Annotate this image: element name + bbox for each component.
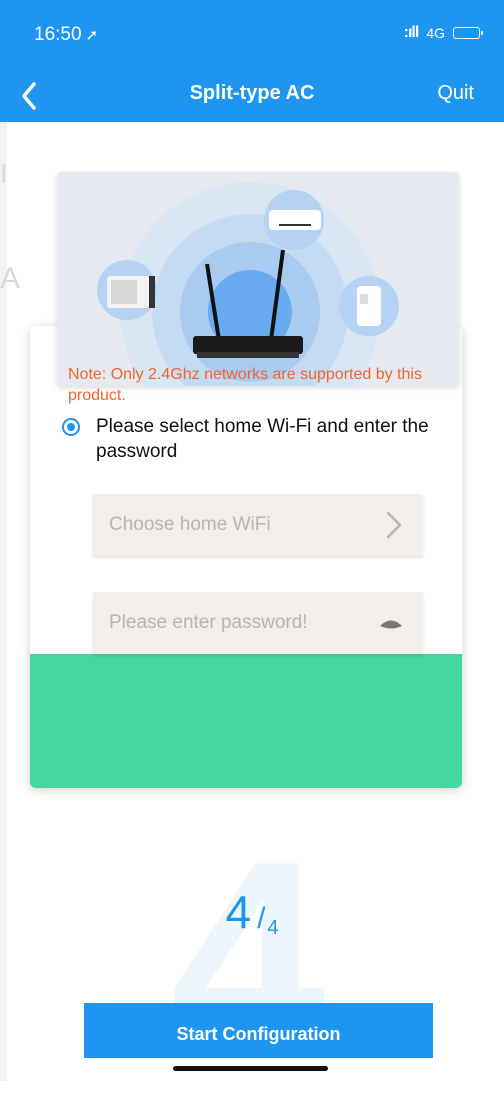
page-title: Split-type AC bbox=[189, 82, 315, 104]
signal-icon: :ıll bbox=[403, 24, 420, 41]
top-header: 16:50 ➚ :ıll 4G Split-type AC Quit bbox=[0, 0, 504, 122]
status-time: 16:50 ➚ bbox=[34, 24, 99, 45]
network-note: Note: Only 2.4Ghz networks are supported… bbox=[68, 366, 422, 404]
status-indicators: :ıll 4G bbox=[403, 24, 483, 42]
step-indicator: 4/4 bbox=[0, 885, 504, 939]
step-separator: / bbox=[257, 902, 266, 935]
ghost-mark: I bbox=[0, 158, 8, 189]
choose-wifi-field[interactable]: Choose home WiFi bbox=[93, 494, 423, 556]
step-current: 4 bbox=[225, 886, 252, 938]
instruction-text: Please select home Wi-Fi and enter the p… bbox=[96, 416, 429, 462]
step-total: 4 bbox=[267, 917, 279, 939]
quit-button[interactable]: Quit bbox=[437, 82, 474, 105]
home-indicator bbox=[173, 1066, 328, 1071]
note-panel bbox=[30, 654, 462, 788]
location-arrow-icon: ➚ bbox=[85, 27, 99, 44]
chevron-right-icon bbox=[386, 511, 402, 539]
password-field[interactable]: Please enter password! bbox=[93, 592, 423, 654]
start-configuration-button[interactable]: Start Configuration bbox=[84, 1003, 433, 1058]
battery-icon bbox=[453, 27, 483, 39]
network-type: 4G bbox=[426, 25, 445, 41]
password-placeholder: Please enter password! bbox=[109, 612, 308, 633]
eye-icon[interactable] bbox=[379, 619, 403, 631]
wifi-placeholder: Choose home WiFi bbox=[109, 514, 271, 535]
radio-selected-icon[interactable] bbox=[62, 418, 80, 436]
ghost-mark: A bbox=[0, 262, 21, 295]
router-illustration bbox=[57, 172, 459, 386]
